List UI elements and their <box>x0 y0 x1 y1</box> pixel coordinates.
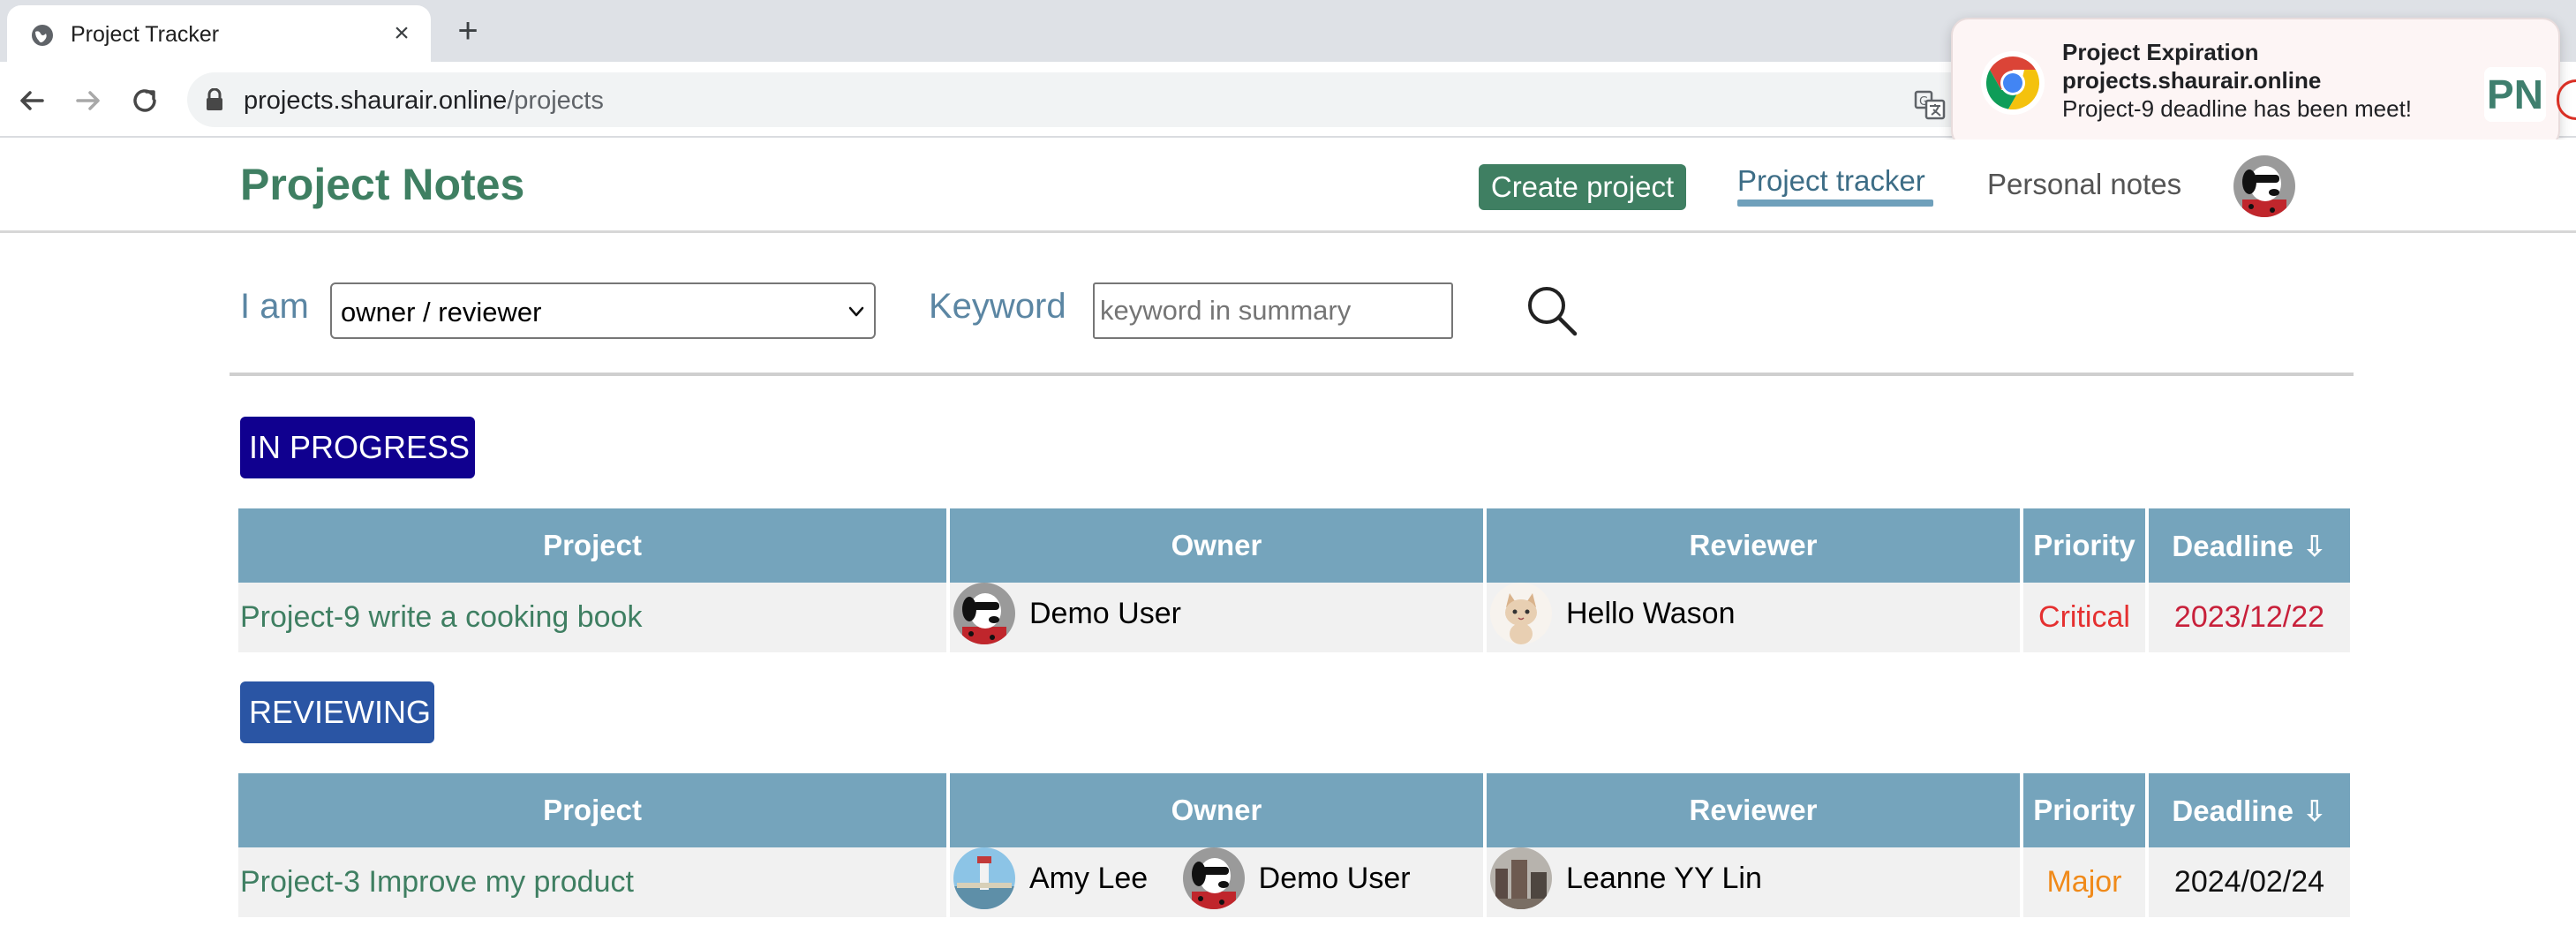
sort-down-icon[interactable]: ⇩ <box>2302 530 2327 562</box>
new-tab-button[interactable]: + <box>452 13 484 49</box>
deadline-label: Deadline <box>2172 529 2294 562</box>
reviewer-person: Leanne YY Lin <box>1490 847 1762 909</box>
column-header-deadline[interactable]: Deadline ⇩ <box>2149 508 2350 583</box>
notification-site: projects.shaurair.online <box>2062 67 2322 94</box>
url-path: /projects <box>507 87 604 115</box>
in-progress-table: Project Owner Reviewer Priority Deadline… <box>235 508 2354 652</box>
deadline-value: 2023/12/22 <box>2149 583 2350 652</box>
table-header-row: Project Owner Reviewer Priority Deadline… <box>238 508 2350 583</box>
url-text[interactable]: projects.shaurair.online/projects <box>244 87 604 116</box>
priority-value: Critical <box>2023 583 2145 652</box>
sort-down-icon[interactable]: ⇩ <box>2302 794 2327 827</box>
owner-person: Demo User <box>1182 847 1411 909</box>
priority-value: Major <box>2023 847 2145 917</box>
avatar <box>1490 583 1552 644</box>
translate-icon[interactable]: G <box>1914 88 1946 120</box>
reviewing-table: Project Owner Reviewer Priority Deadline… <box>235 773 2354 917</box>
role-select-value: owner / reviewer <box>341 297 542 327</box>
column-header-project: Project <box>238 773 946 847</box>
nav-personal-notes[interactable]: Personal notes <box>1987 168 2181 201</box>
back-arrow-icon[interactable] <box>14 83 49 118</box>
browser-tab[interactable]: Project Tracker × <box>7 5 431 62</box>
notification-app-badge: PN <box>2484 67 2546 122</box>
role-label: I am <box>240 287 309 326</box>
lock-icon[interactable] <box>205 88 224 111</box>
brand-title[interactable]: Project Notes <box>240 159 524 210</box>
project-link[interactable]: Project-3 Improve my product <box>238 865 634 899</box>
tab-close-icon[interactable]: × <box>388 20 415 47</box>
create-project-button[interactable]: Create project <box>1479 164 1686 210</box>
avatar <box>953 847 1015 909</box>
tab-title: Project Tracker <box>71 22 220 47</box>
owner-name: Amy Lee <box>1029 861 1149 895</box>
table-row[interactable]: Project-3 Improve my product Amy Lee Dem… <box>238 847 2350 917</box>
deadline-label: Deadline <box>2172 794 2294 827</box>
chrome-icon <box>1981 51 2045 115</box>
chevron-down-icon <box>848 306 864 317</box>
keyword-input[interactable] <box>1093 282 1453 339</box>
reload-icon[interactable] <box>127 83 162 118</box>
user-avatar[interactable] <box>2233 155 2295 217</box>
reviewer-name: Hello Wason <box>1566 596 1736 630</box>
column-header-project: Project <box>238 508 946 583</box>
avatar <box>1490 847 1552 909</box>
role-select[interactable]: owner / reviewer <box>330 282 876 339</box>
owner-name: Demo User <box>1029 596 1181 630</box>
keyword-label: Keyword <box>929 287 1066 326</box>
owner-person: Amy Lee <box>953 847 1148 909</box>
url-host: projects.shaurair.online <box>244 87 508 115</box>
nav-active-underline <box>1737 199 1933 207</box>
reviewer-person: Hello Wason <box>1490 583 1735 644</box>
deadline-value: 2024/02/24 <box>2149 847 2350 917</box>
reviewer-name: Leanne YY Lin <box>1566 861 1762 895</box>
notification-title: Project Expiration <box>2062 39 2259 65</box>
column-header-deadline[interactable]: Deadline ⇩ <box>2149 773 2350 847</box>
globe-icon <box>32 25 53 46</box>
search-icon[interactable] <box>1524 282 1580 339</box>
nav-project-tracker[interactable]: Project tracker <box>1737 164 1925 198</box>
status-badge-in-progress: IN PROGRESS <box>240 417 475 478</box>
owner-person: Demo User <box>953 583 1181 644</box>
app-header: Project Notes Create project Project tra… <box>0 139 2576 233</box>
avatar <box>1182 847 1245 909</box>
filter-divider <box>230 373 2354 376</box>
column-header-reviewer: Reviewer <box>1487 773 2020 847</box>
column-header-reviewer: Reviewer <box>1487 508 2020 583</box>
column-header-priority: Priority <box>2023 773 2145 847</box>
table-header-row: Project Owner Reviewer Priority Deadline… <box>238 773 2350 847</box>
table-row[interactable]: Project-9 write a cooking book Demo User <box>238 583 2350 652</box>
notification-popup[interactable]: Project Expiration projects.shaurair.onl… <box>1951 18 2560 148</box>
avatar <box>953 583 1015 644</box>
column-header-owner: Owner <box>950 773 1483 847</box>
status-badge-reviewing: REVIEWING <box>240 681 434 743</box>
column-header-owner: Owner <box>950 508 1483 583</box>
owner-name: Demo User <box>1258 861 1411 895</box>
column-header-priority: Priority <box>2023 508 2145 583</box>
forward-arrow-icon[interactable] <box>71 83 106 118</box>
project-link[interactable]: Project-9 write a cooking book <box>238 600 642 634</box>
notification-message: Project-9 deadline has been meet! <box>2062 95 2413 122</box>
